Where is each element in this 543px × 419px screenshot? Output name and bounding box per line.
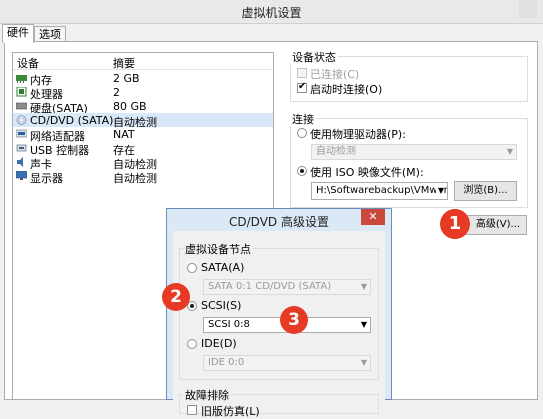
device-row-memory[interactable]: 内存 2 GB xyxy=(13,71,273,87)
memory-icon xyxy=(16,75,27,83)
device-summary: 2 xyxy=(113,86,120,99)
column-summary[interactable]: 摘要 xyxy=(113,55,135,71)
device-status-title: 设备状态 xyxy=(290,49,338,65)
device-row-display[interactable]: 显示器 自动检测 xyxy=(13,169,273,185)
iso-path-combo[interactable]: H:\Softwarebackup\VMware ▼ xyxy=(311,182,448,200)
dialog-title-bar: CD/DVD 高级设置 ✕ xyxy=(167,209,391,231)
tab-hardware[interactable]: 硬件 xyxy=(2,24,34,43)
ide-node-value: IDE 0:0 xyxy=(208,357,245,368)
chevron-down-icon: ▼ xyxy=(360,358,367,367)
device-row-usb-controller[interactable]: USB 控制器 存在 xyxy=(13,141,273,157)
device-summary: 2 GB xyxy=(113,72,140,85)
chevron-down-icon: ▼ xyxy=(435,183,444,199)
cd-dvd-icon xyxy=(16,115,27,125)
virtual-device-node-title: 虚拟设备节点 xyxy=(183,241,253,257)
chevron-down-icon: ▼ xyxy=(360,320,367,329)
use-iso-radio[interactable] xyxy=(297,166,307,176)
physical-drive-select[interactable]: 自动检测 ▼ xyxy=(311,144,517,160)
chevron-down-icon: ▼ xyxy=(506,147,513,156)
dialog-body: 虚拟设备节点 SATA(A) SATA 0:1 CD/DVD (SATA) ▼ … xyxy=(173,231,385,418)
chevron-down-icon: ▼ xyxy=(360,282,367,291)
device-list-header: 设备 摘要 xyxy=(13,53,273,70)
column-device[interactable]: 设备 xyxy=(17,55,39,71)
browse-button[interactable]: 浏览(B)... xyxy=(454,181,517,201)
physical-drive-value: 自动检测 xyxy=(316,146,356,157)
iso-path-value: H:\Softwarebackup\VMware xyxy=(316,185,448,196)
hard-disk-icon xyxy=(16,102,27,110)
title-bar: 虚拟机设置 xyxy=(0,0,543,24)
window-close-button[interactable] xyxy=(519,0,537,18)
ide-node-select[interactable]: IDE 0:0 ▼ xyxy=(203,355,371,371)
sata-radio[interactable] xyxy=(187,263,197,273)
window-title: 虚拟机设置 xyxy=(241,6,302,20)
connected-checkbox[interactable] xyxy=(297,68,307,78)
device-row-processor[interactable]: 处理器 2 xyxy=(13,85,273,101)
device-row-sound-card[interactable]: 声卡 自动检测 xyxy=(13,155,273,171)
usb-icon xyxy=(16,144,27,152)
device-row-cd-dvd[interactable]: CD/DVD (SATA) 自动检测 xyxy=(13,113,273,129)
dialog-title: CD/DVD 高级设置 xyxy=(229,215,329,229)
connect-at-power-on-checkbox[interactable]: ✔ xyxy=(297,81,307,93)
sata-node-value: SATA 0:1 CD/DVD (SATA) xyxy=(208,281,332,292)
legacy-emulation-checkbox[interactable] xyxy=(187,405,197,415)
ide-radio[interactable] xyxy=(187,339,197,349)
network-adapter-icon xyxy=(16,129,27,138)
step-badge-2: 2 xyxy=(162,283,190,311)
scsi-node-value: SCSI 0:8 xyxy=(208,319,250,330)
device-summary: NAT xyxy=(113,128,135,141)
step-badge-1: 1 xyxy=(440,209,470,239)
processor-icon xyxy=(16,87,27,97)
sata-label: SATA(A) xyxy=(201,261,245,274)
display-icon xyxy=(16,171,27,180)
legacy-emulation-label: 旧版仿真(L) xyxy=(201,405,260,418)
cd-dvd-advanced-dialog: CD/DVD 高级设置 ✕ 虚拟设备节点 SATA(A) SATA 0:1 CD… xyxy=(166,208,392,418)
connected-label: 已连接(C) xyxy=(310,68,360,81)
tab-strip: 硬件 选项 xyxy=(0,24,543,43)
sound-card-icon xyxy=(17,157,23,167)
device-summary: 80 GB xyxy=(113,100,147,113)
troubleshooting-title: 故障排除 xyxy=(183,387,231,403)
use-physical-drive-radio[interactable] xyxy=(297,128,307,138)
device-row-network-adapter[interactable]: 网络适配器 NAT xyxy=(13,127,273,143)
scsi-label: SCSI(S) xyxy=(201,299,242,312)
ide-label: IDE(D) xyxy=(201,337,237,350)
connection-title: 连接 xyxy=(290,111,316,127)
dialog-close-button[interactable]: ✕ xyxy=(361,209,385,225)
use-iso-label: 使用 ISO 映像文件(M): xyxy=(310,166,424,179)
sata-node-select[interactable]: SATA 0:1 CD/DVD (SATA) ▼ xyxy=(203,279,371,295)
connect-at-power-on-label: 启动时连接(O) xyxy=(310,83,383,96)
step-badge-3: 3 xyxy=(280,306,308,334)
device-summary: 自动检测 xyxy=(113,172,157,185)
use-physical-drive-label: 使用物理驱动器(P): xyxy=(310,128,406,141)
device-name: CD/DVD (SATA) xyxy=(30,114,114,127)
device-name: 显示器 xyxy=(30,172,63,185)
device-row-hard-disk[interactable]: 硬盘(SATA) 80 GB xyxy=(13,99,273,115)
